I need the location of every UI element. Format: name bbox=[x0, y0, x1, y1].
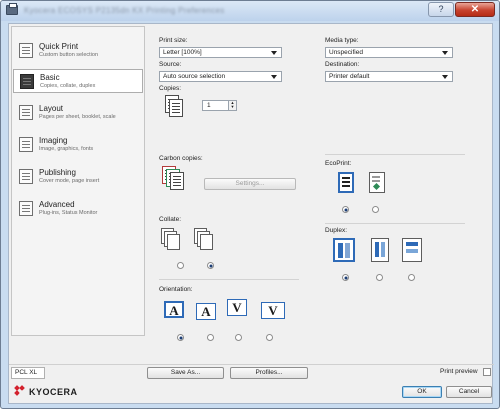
carbon-copies-label: Carbon copies: bbox=[159, 155, 203, 162]
quick-print-icon bbox=[19, 43, 33, 58]
sidebar-item-title: Layout bbox=[39, 104, 64, 113]
destination-select[interactable]: Printer default bbox=[325, 71, 453, 82]
media-type-value: Unspecified bbox=[329, 49, 363, 56]
collate-on-radio[interactable] bbox=[207, 262, 214, 269]
printing-preferences-window: Kyocera ECOSYS P2135dn KX Printing Prefe… bbox=[0, 0, 500, 409]
destination-label: Destination: bbox=[325, 61, 360, 68]
orientation-radio-rotated-portrait[interactable] bbox=[235, 334, 242, 341]
copies-value: 1 bbox=[207, 102, 211, 109]
orientation-radio-landscape[interactable] bbox=[207, 334, 214, 341]
close-button[interactable]: ✕ bbox=[455, 2, 495, 17]
source-label: Source: bbox=[159, 61, 182, 68]
sidebar-item-subtitle: Copies, collate, duplex bbox=[40, 83, 96, 89]
duplex-short-edge-icon[interactable] bbox=[402, 238, 422, 262]
rotated-portrait-orientation-icon[interactable]: V bbox=[227, 299, 247, 316]
sidebar-item-title: Advanced bbox=[39, 200, 75, 209]
orientation-glyph: A bbox=[201, 304, 211, 319]
media-type-label: Media type: bbox=[325, 37, 359, 44]
sidebar-item-title: Quick Print bbox=[39, 42, 79, 51]
orientation-label: Orientation: bbox=[159, 286, 193, 293]
dialog-client-area: Quick Print Custom button selection Basi… bbox=[8, 23, 494, 404]
print-size-value: Letter [100%] bbox=[163, 49, 202, 56]
rotated-landscape-orientation-icon[interactable]: V bbox=[261, 302, 285, 319]
orientation-glyph: V bbox=[232, 300, 242, 315]
ecoprint-on-icon[interactable] bbox=[369, 172, 385, 193]
collate-label: Collate: bbox=[159, 216, 182, 223]
pdl-indicator: PCL XL bbox=[11, 367, 45, 379]
orientation-glyph: A bbox=[169, 303, 179, 318]
dropdown-arrow-icon bbox=[271, 51, 277, 55]
dropdown-arrow-icon bbox=[442, 75, 448, 79]
copies-stepper[interactable]: 1 ▲ ▼ bbox=[202, 100, 237, 111]
sidebar-item-title: Basic bbox=[40, 73, 60, 82]
footer-divider bbox=[9, 364, 494, 365]
sidebar-item-subtitle: Cover mode, page insert bbox=[39, 178, 100, 184]
publishing-icon bbox=[19, 169, 33, 184]
duplex-long-edge-icon[interactable] bbox=[371, 238, 389, 262]
duplex-label: Duplex: bbox=[325, 227, 348, 234]
ok-button[interactable]: OK bbox=[402, 386, 442, 398]
orientation-radio-portrait[interactable] bbox=[177, 334, 184, 341]
duplex-long-edge-radio[interactable] bbox=[376, 274, 383, 281]
sidebar-item-subtitle: Custom button selection bbox=[39, 52, 99, 58]
destination-value: Printer default bbox=[329, 73, 370, 80]
sidebar-item-quick-print[interactable]: Quick Print Custom button selection bbox=[13, 39, 143, 63]
sidebar-item-title: Imaging bbox=[39, 136, 68, 145]
orientation-glyph: V bbox=[268, 303, 278, 318]
print-preview-checkbox[interactable] bbox=[483, 368, 491, 376]
duplex-off-radio[interactable] bbox=[342, 274, 349, 281]
sidebar: Quick Print Custom button selection Basi… bbox=[11, 26, 145, 336]
dropdown-arrow-icon bbox=[442, 51, 448, 55]
spin-arrows-icon[interactable]: ▲ ▼ bbox=[228, 101, 236, 110]
cancel-button[interactable]: Cancel bbox=[446, 386, 492, 398]
print-size-select[interactable]: Letter [100%] bbox=[159, 47, 282, 58]
carbon-copies-settings-button[interactable]: Settings... bbox=[204, 178, 296, 190]
ecoprint-on-radio[interactable] bbox=[372, 206, 379, 213]
profiles-button[interactable]: Profiles... bbox=[230, 367, 308, 379]
kyocera-logo-icon bbox=[14, 385, 26, 398]
sidebar-item-publishing[interactable]: Publishing Cover mode, page insert bbox=[13, 165, 143, 189]
sidebar-item-imaging[interactable]: Imaging Image, graphics, fonts bbox=[13, 133, 143, 157]
sidebar-item-advanced[interactable]: Advanced Plug-ins, Status Monitor bbox=[13, 197, 143, 221]
collate-off-radio[interactable] bbox=[177, 262, 184, 269]
divider bbox=[325, 223, 465, 224]
save-as-button[interactable]: Save As... bbox=[147, 367, 224, 379]
printer-icon bbox=[6, 3, 18, 15]
layout-icon bbox=[19, 105, 33, 120]
sidebar-item-basic[interactable]: Basic Copies, collate, duplex bbox=[13, 69, 143, 93]
duplex-off-icon[interactable] bbox=[333, 238, 355, 262]
ecoprint-off-radio[interactable] bbox=[342, 206, 349, 213]
advanced-icon bbox=[19, 201, 33, 216]
window-title: Kyocera ECOSYS P2135dn KX Printing Prefe… bbox=[24, 6, 225, 15]
sidebar-item-layout[interactable]: Layout Pages per sheet, booklet, scale bbox=[13, 101, 143, 125]
sidebar-item-subtitle: Image, graphics, fonts bbox=[39, 146, 94, 152]
sidebar-item-subtitle: Plug-ins, Status Monitor bbox=[39, 210, 98, 216]
basic-icon bbox=[20, 74, 34, 89]
divider bbox=[159, 279, 299, 280]
portrait-orientation-icon[interactable]: A bbox=[164, 301, 184, 318]
ecoprint-off-icon[interactable] bbox=[338, 172, 354, 193]
source-value: Auto source selection bbox=[163, 73, 226, 80]
print-size-label: Print size: bbox=[159, 37, 188, 44]
dropdown-arrow-icon bbox=[271, 75, 277, 79]
orientation-radio-rotated-landscape[interactable] bbox=[266, 334, 273, 341]
imaging-icon bbox=[19, 137, 33, 152]
divider bbox=[325, 154, 465, 155]
title-bar[interactable]: Kyocera ECOSYS P2135dn KX Printing Prefe… bbox=[1, 1, 499, 21]
ecoprint-label: EcoPrint: bbox=[325, 160, 352, 167]
print-preview-label: Print preview bbox=[440, 368, 478, 375]
landscape-orientation-icon[interactable]: A bbox=[196, 303, 216, 320]
help-button[interactable]: ? bbox=[428, 2, 454, 17]
sidebar-item-subtitle: Pages per sheet, booklet, scale bbox=[39, 114, 116, 120]
duplex-short-edge-radio[interactable] bbox=[408, 274, 415, 281]
brand-logo-text: KYOCERA bbox=[29, 387, 78, 397]
sidebar-item-title: Publishing bbox=[39, 168, 76, 177]
copies-label: Copies: bbox=[159, 85, 182, 92]
source-select[interactable]: Auto source selection bbox=[159, 71, 282, 82]
media-type-select[interactable]: Unspecified bbox=[325, 47, 453, 58]
